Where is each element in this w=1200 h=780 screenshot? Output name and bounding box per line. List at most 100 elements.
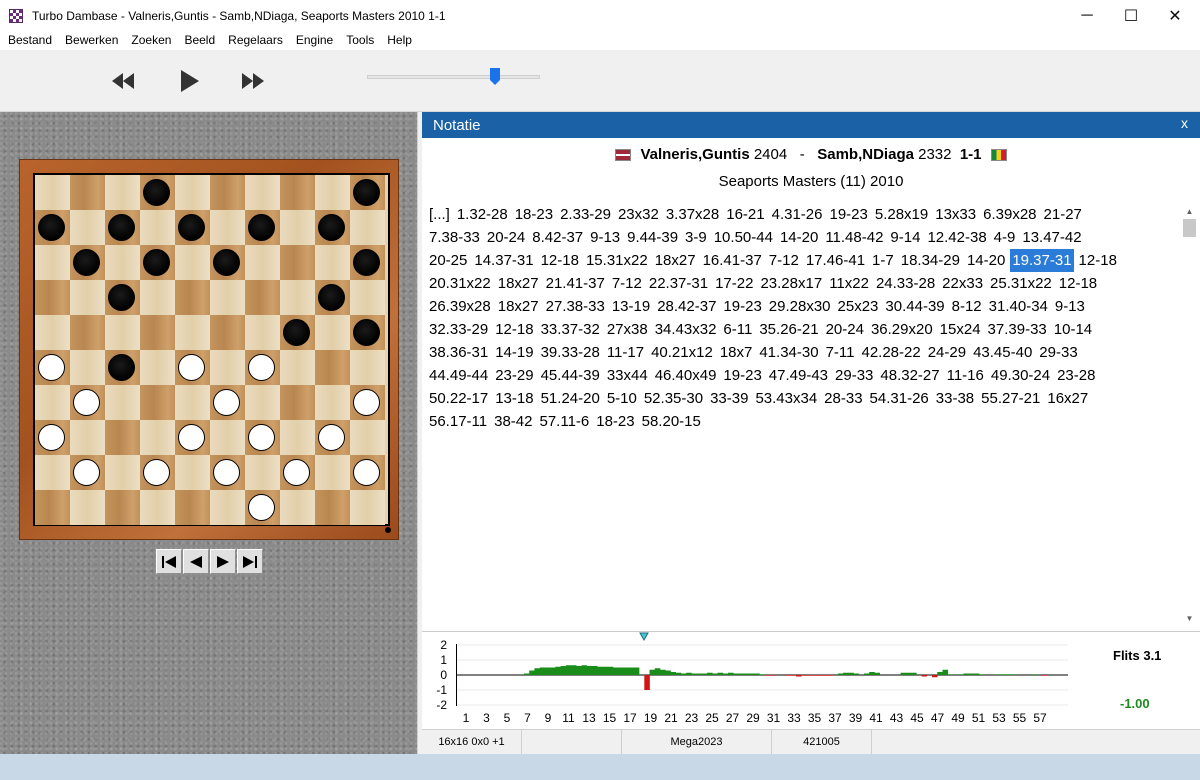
move[interactable]: 35.26-21: [757, 318, 820, 341]
move[interactable]: 38.36-31: [427, 341, 490, 364]
white-piece[interactable]: [213, 459, 240, 486]
move[interactable]: 47.49-43: [767, 364, 830, 387]
move[interactable]: 33x44: [605, 364, 650, 387]
move[interactable]: 2.33-29: [558, 203, 613, 226]
speed-slider-thumb[interactable]: [490, 68, 500, 85]
move[interactable]: 46.40x49: [653, 364, 719, 387]
draughts-board[interactable]: [33, 173, 390, 526]
move[interactable]: 31.40-34: [987, 295, 1050, 318]
move[interactable]: 56.17-11: [427, 410, 489, 433]
move[interactable]: 33-38: [934, 387, 976, 410]
scroll-up-icon[interactable]: ▲: [1179, 203, 1200, 220]
board-square[interactable]: [245, 175, 280, 210]
board-square[interactable]: [175, 245, 210, 280]
board-square[interactable]: [210, 315, 245, 350]
white-piece[interactable]: [318, 424, 345, 451]
move[interactable]: 9-13: [588, 226, 622, 249]
white-piece[interactable]: [353, 459, 380, 486]
move[interactable]: 9-13: [1053, 295, 1087, 318]
move[interactable]: 5-10: [605, 387, 639, 410]
move[interactable]: 5.28x19: [873, 203, 930, 226]
move[interactable]: 54.31-26: [868, 387, 931, 410]
move[interactable]: 19-23: [827, 203, 869, 226]
board-square[interactable]: [315, 350, 350, 385]
move[interactable]: 18.34-29: [899, 249, 962, 272]
speed-slider-track[interactable]: [367, 75, 540, 79]
board-square[interactable]: [175, 175, 210, 210]
board-square[interactable]: [210, 175, 245, 210]
move[interactable]: 13-18: [493, 387, 535, 410]
move[interactable]: 29-33: [833, 364, 875, 387]
move[interactable]: 22.37-31: [647, 272, 710, 295]
move[interactable]: 52.35-30: [642, 387, 705, 410]
move[interactable]: 9.44-39: [625, 226, 680, 249]
board-square[interactable]: [140, 280, 175, 315]
board-square[interactable]: [175, 490, 210, 525]
board-square[interactable]: [70, 315, 105, 350]
board-square[interactable]: [175, 280, 210, 315]
move[interactable]: 32.33-29: [427, 318, 490, 341]
move[interactable]: 51.24-20: [539, 387, 602, 410]
fast-forward-button[interactable]: [237, 66, 269, 96]
move[interactable]: 8.42-37: [530, 226, 585, 249]
board-square[interactable]: [175, 315, 210, 350]
move[interactable]: 13x33: [933, 203, 978, 226]
move[interactable]: 30.44-39: [883, 295, 946, 318]
board-square[interactable]: [140, 385, 175, 420]
move[interactable]: 38-42: [492, 410, 534, 433]
board-square[interactable]: [35, 280, 70, 315]
board-square[interactable]: [315, 490, 350, 525]
board-square[interactable]: [70, 280, 105, 315]
move[interactable]: 23-29: [493, 364, 535, 387]
board-square[interactable]: [280, 210, 315, 245]
move[interactable]: 9-14: [888, 226, 922, 249]
board-square[interactable]: [315, 245, 350, 280]
move[interactable]: 50.22-17: [427, 387, 490, 410]
board-square[interactable]: [280, 350, 315, 385]
board-square[interactable]: [35, 315, 70, 350]
black-piece[interactable]: [353, 319, 380, 346]
move[interactable]: 14-20: [778, 226, 820, 249]
move[interactable]: 21.41-37: [544, 272, 607, 295]
board-square[interactable]: [70, 420, 105, 455]
move[interactable]: 18x27: [653, 249, 698, 272]
move[interactable]: 41.34-30: [757, 341, 820, 364]
white-piece[interactable]: [38, 354, 65, 381]
move[interactable]: 1-7: [870, 249, 896, 272]
move[interactable]: 6.39x28: [981, 203, 1038, 226]
black-piece[interactable]: [353, 179, 380, 206]
move[interactable]: 17-22: [713, 272, 755, 295]
board-square[interactable]: [210, 350, 245, 385]
move[interactable]: 18x27: [496, 272, 541, 295]
move[interactable]: 45.44-39: [539, 364, 602, 387]
board-square[interactable]: [105, 315, 140, 350]
move[interactable]: 24.33-28: [874, 272, 937, 295]
menu-regelaars[interactable]: Regelaars: [224, 31, 287, 50]
board-square[interactable]: [280, 175, 315, 210]
move[interactable]: 33.37-32: [539, 318, 602, 341]
board-square[interactable]: [245, 280, 280, 315]
black-piece[interactable]: [143, 249, 170, 276]
move[interactable]: 37.39-33: [986, 318, 1049, 341]
board-square[interactable]: [280, 385, 315, 420]
move[interactable]: 23.28x17: [758, 272, 824, 295]
white-piece[interactable]: [248, 424, 275, 451]
move[interactable]: 12.42-38: [925, 226, 988, 249]
move[interactable]: 13-19: [610, 295, 652, 318]
board-square[interactable]: [140, 350, 175, 385]
move[interactable]: 11.48-42: [823, 226, 885, 249]
move[interactable]: 57.11-6: [537, 410, 591, 433]
board-square[interactable]: [350, 280, 385, 315]
move[interactable]: 29.28x30: [767, 295, 833, 318]
previous-move-button[interactable]: [183, 549, 209, 574]
black-piece[interactable]: [178, 214, 205, 241]
move[interactable]: 18-23: [594, 410, 636, 433]
move[interactable]: 53.43x34: [753, 387, 819, 410]
vertical-scrollbar[interactable]: ▲ ▼: [1179, 203, 1200, 627]
move[interactable]: 19-23: [721, 364, 763, 387]
black-piece[interactable]: [318, 214, 345, 241]
move[interactable]: 15x24: [938, 318, 983, 341]
black-piece[interactable]: [108, 214, 135, 241]
black-piece[interactable]: [108, 354, 135, 381]
move[interactable]: 15.31x22: [584, 249, 650, 272]
